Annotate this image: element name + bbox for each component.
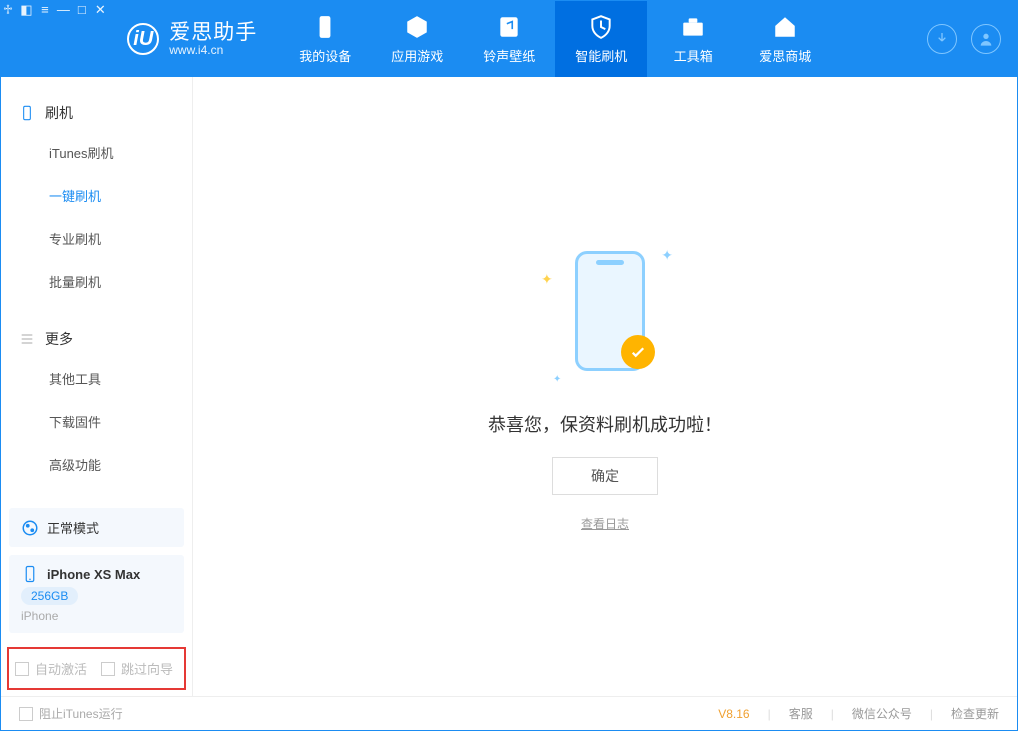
device-name: iPhone XS Max xyxy=(47,567,140,582)
auto-activate-checkbox[interactable]: 自动激活 xyxy=(15,659,87,678)
toolbox-icon xyxy=(680,14,706,40)
sidebar-section-title: 刷机 xyxy=(1,95,192,131)
download-icon xyxy=(934,31,950,47)
tab-my-device[interactable]: 我的设备 xyxy=(279,1,371,77)
device-type: iPhone xyxy=(21,609,172,623)
block-itunes-label: 阻止iTunes运行 xyxy=(39,705,123,722)
main-content: ✦ ✦ ✦ 恭喜您，保资料刷机成功啦！ 确定 查看日志 xyxy=(193,77,1017,696)
view-log-link[interactable]: 查看日志 xyxy=(581,515,629,532)
skip-guide-label: 跳过向导 xyxy=(121,659,173,678)
app-window: ♱ ◧ ≡ — □ ✕ iU 爱思助手 www.i4.cn 我的设备 应用游戏 xyxy=(0,0,1018,731)
sidebar-item-other-tools[interactable]: 其他工具 xyxy=(1,357,192,400)
footer: 阻止iTunes运行 V8.16 | 客服 | 微信公众号 | 检查更新 xyxy=(1,696,1017,730)
section-title-text: 更多 xyxy=(45,329,73,349)
music-icon xyxy=(496,14,522,40)
home-icon xyxy=(772,14,798,40)
window-controls: ♱ ◧ ≡ — □ ✕ xyxy=(1,1,107,77)
tab-label: 应用游戏 xyxy=(391,46,443,65)
tab-toolbox[interactable]: 工具箱 xyxy=(647,1,739,77)
phone-outline-icon xyxy=(19,105,35,121)
user-button[interactable] xyxy=(971,24,1001,54)
sidebar-item-advanced[interactable]: 高级功能 xyxy=(1,443,192,486)
sidebar-section-title: 更多 xyxy=(1,321,192,357)
flash-options-highlight: 自动激活 跳过向导 xyxy=(7,647,186,690)
checkbox-icon xyxy=(19,707,33,721)
app-title: 爱思助手 xyxy=(169,21,257,44)
sidebar-item-download-firmware[interactable]: 下载固件 xyxy=(1,400,192,443)
sidebar-section-more: 更多 其他工具 下载固件 高级功能 xyxy=(1,303,192,486)
section-title-text: 刷机 xyxy=(45,103,73,123)
device-mode-label: 正常模式 xyxy=(47,518,99,537)
cube-icon xyxy=(404,14,430,40)
logo: iU 爱思助手 www.i4.cn xyxy=(107,1,279,77)
header: ♱ ◧ ≡ — □ ✕ iU 爱思助手 www.i4.cn 我的设备 应用游戏 xyxy=(1,1,1017,77)
list-icon xyxy=(19,331,35,347)
body: 刷机 iTunes刷机 一键刷机 专业刷机 批量刷机 更多 其他工具 下载固件 … xyxy=(1,77,1017,696)
success-check-icon xyxy=(621,335,655,369)
success-illustration: ✦ ✦ ✦ xyxy=(535,241,675,391)
tab-label: 工具箱 xyxy=(674,46,713,65)
footer-link-support[interactable]: 客服 xyxy=(789,705,813,722)
sparkle-icon: ✦ xyxy=(541,271,553,288)
block-itunes-checkbox[interactable]: 阻止iTunes运行 xyxy=(19,705,123,722)
footer-link-update[interactable]: 检查更新 xyxy=(951,705,999,722)
sidebar-item-oneclick-flash[interactable]: 一键刷机 xyxy=(1,174,192,217)
tab-label: 铃声壁纸 xyxy=(483,46,535,65)
skin-icon[interactable]: ◧ xyxy=(19,3,33,17)
footer-right: V8.16 | 客服 | 微信公众号 | 检查更新 xyxy=(718,705,999,722)
tab-label: 我的设备 xyxy=(299,46,351,65)
sidebar-item-pro-flash[interactable]: 专业刷机 xyxy=(1,217,192,260)
auto-activate-label: 自动激活 xyxy=(35,659,87,678)
sparkle-icon: ✦ xyxy=(553,374,561,385)
version-label: V8.16 xyxy=(718,707,749,721)
sparkle-icon: ✦ xyxy=(661,247,673,264)
maximize-icon[interactable]: □ xyxy=(75,3,89,17)
iphone-icon xyxy=(21,565,39,583)
sidebar-item-batch-flash[interactable]: 批量刷机 xyxy=(1,260,192,303)
device-storage-badge: 256GB xyxy=(21,587,78,605)
checkbox-icon xyxy=(101,662,115,676)
tab-smart-flash[interactable]: 智能刷机 xyxy=(555,1,647,77)
skip-guide-checkbox[interactable]: 跳过向导 xyxy=(101,659,173,678)
sidebar: 刷机 iTunes刷机 一键刷机 专业刷机 批量刷机 更多 其他工具 下载固件 … xyxy=(1,77,193,696)
device-icon xyxy=(312,14,338,40)
tab-label: 智能刷机 xyxy=(575,46,627,65)
device-info-card[interactable]: iPhone XS Max 256GB iPhone xyxy=(9,555,184,633)
tab-apps-games[interactable]: 应用游戏 xyxy=(371,1,463,77)
ok-button[interactable]: 确定 xyxy=(552,457,658,495)
app-subtitle: www.i4.cn xyxy=(169,44,257,57)
tab-ringtones-wallpapers[interactable]: 铃声壁纸 xyxy=(463,1,555,77)
sidebar-item-itunes-flash[interactable]: iTunes刷机 xyxy=(1,131,192,174)
logo-icon: iU xyxy=(127,23,159,55)
close-icon[interactable]: ✕ xyxy=(93,3,107,17)
tab-store[interactable]: 爱思商城 xyxy=(739,1,831,77)
header-right xyxy=(927,1,1017,77)
user-icon xyxy=(978,31,994,47)
tab-label: 爱思商城 xyxy=(759,46,811,65)
feedback-icon[interactable]: ♱ xyxy=(1,3,15,17)
menu-icon[interactable]: ≡ xyxy=(38,3,52,17)
download-button[interactable] xyxy=(927,24,957,54)
success-message: 恭喜您，保资料刷机成功啦！ xyxy=(488,411,722,437)
sidebar-section-flash: 刷机 iTunes刷机 一键刷机 专业刷机 批量刷机 xyxy=(1,77,192,303)
shield-icon xyxy=(588,14,614,40)
header-tabs: 我的设备 应用游戏 铃声壁纸 智能刷机 工具箱 爱思商城 xyxy=(279,1,831,77)
footer-link-wechat[interactable]: 微信公众号 xyxy=(852,705,912,722)
device-mode-card[interactable]: 正常模式 xyxy=(9,508,184,547)
minimize-icon[interactable]: — xyxy=(56,3,70,17)
device-cards: 正常模式 iPhone XS Max 256GB iPhone xyxy=(1,500,192,641)
checkbox-icon xyxy=(15,662,29,676)
mode-icon xyxy=(21,519,39,537)
